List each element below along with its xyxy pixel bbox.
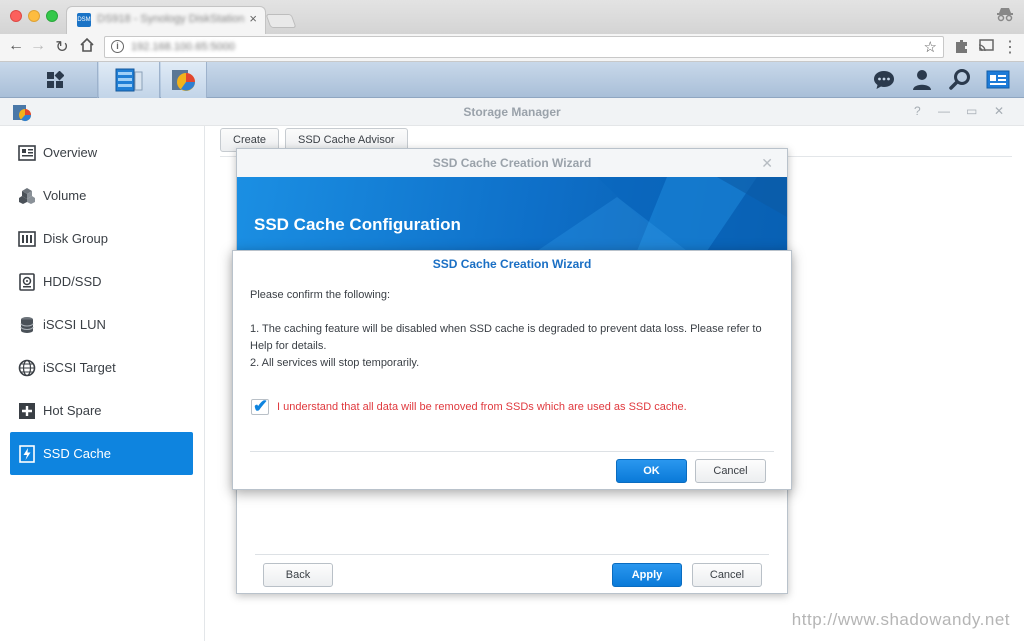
ssd-cache-icon [19,445,35,463]
main-menu-icon [47,71,64,88]
search-icon[interactable] [948,68,972,92]
sidebar-item-volume[interactable]: Volume [10,174,193,217]
hdd-icon [19,273,35,291]
window-title-bar[interactable]: Storage Manager ? — ▭ ✕ [0,98,1024,126]
sidebar-item-label: Overview [43,145,98,160]
understand-checkbox[interactable]: ✔ [251,396,269,416]
wizard-cancel-button[interactable]: Cancel [692,563,762,587]
back-arrow-icon[interactable]: ← [6,37,26,55]
sidebar-item-iscsi-lun[interactable]: iSCSI LUN [10,303,193,346]
close-icon[interactable]: ✕ [994,104,1004,118]
reload-icon[interactable]: ↻ [52,37,72,57]
watermark: http://www.shadowandy.net [791,610,1010,629]
sidebar-item-disk-group[interactable]: Disk Group [10,217,193,260]
browser-tab-bar: DSM DS918 - Synology DiskStation × [0,0,1024,34]
sidebar-item-label: Volume [43,188,87,203]
sidebar-item-label: Hot Spare [43,403,102,418]
dsm-favicon-icon: DSM [77,13,91,27]
user-icon[interactable] [910,68,934,92]
sidebar-item-label: iSCSI LUN [43,317,106,332]
storage-manager-taskbar-button[interactable] [99,62,160,98]
incognito-icon [996,6,1014,27]
extension-icon[interactable] [954,39,969,57]
window-title: Storage Manager [463,105,561,119]
sidebar-item-label: iSCSI Target [43,360,116,375]
sidebar-item-label: HDD/SSD [43,274,102,289]
chat-bubble-icon[interactable] [872,68,896,92]
confirm-footer-divider [250,451,774,452]
sidebar-item-label: SSD Cache [43,446,111,461]
understand-checkbox-label[interactable]: I understand that all data will be remov… [277,401,687,413]
storage-manager-app-icon [13,105,32,122]
iscsi-target-icon [18,359,36,377]
confirm-dialog-title: SSD Cache Creation Wizard [432,257,592,271]
confirm-dialog: SSD Cache Creation Wizard Please confirm… [232,250,792,490]
volume-icon [19,188,35,204]
address-bar[interactable]: i 192.168.100.65:5000 ☆ [104,36,944,58]
apply-button[interactable]: Apply [612,563,682,587]
sidebar-item-hdd-ssd[interactable]: HDD/SSD [10,260,193,303]
minimize-window-button[interactable] [28,10,40,22]
confirm-item-1: 1. The caching feature will be disabled … [250,323,762,352]
forward-arrow-icon[interactable]: → [28,37,48,55]
hot-spare-icon [19,403,35,419]
sidebar-item-overview[interactable]: Overview [10,131,193,174]
iscsi-lun-icon [20,317,34,333]
browser-tab-title: DS918 - Synology DiskStation [97,13,245,25]
sidebar-item-iscsi-target[interactable]: iSCSI Target [10,346,193,389]
browser-tab[interactable]: DSM DS918 - Synology DiskStation × [66,6,266,34]
close-window-button[interactable] [10,10,22,22]
ok-button[interactable]: OK [616,459,687,483]
wizard-banner-title: SSD Cache Configuration [254,215,461,234]
wizard-close-icon[interactable]: ✕ [761,155,773,172]
home-icon[interactable] [77,37,97,58]
checkmark-icon: ✔ [253,396,269,416]
sidebar: Overview Volume Disk Group HDD/SSD iSCSI… [0,126,205,641]
address-url: 192.168.100.65:5000 [131,41,235,53]
new-tab-button[interactable] [265,14,297,28]
wizard-title: SSD Cache Creation Wizard [237,149,787,177]
pie-monitor-icon [172,70,195,91]
resource-monitor-taskbar-button[interactable] [161,62,207,98]
overview-icon [18,145,36,161]
sidebar-item-hot-spare[interactable]: Hot Spare [10,389,193,432]
confirm-cancel-button[interactable]: Cancel [695,459,766,483]
disk-group-icon [18,231,36,247]
back-button[interactable]: Back [263,563,333,587]
wizard-footer-divider [255,554,769,555]
info-icon[interactable]: i [111,40,124,53]
confirm-intro: Please confirm the following: [250,289,391,301]
main-menu-button[interactable] [0,62,98,98]
sidebar-item-ssd-cache[interactable]: SSD Cache [10,432,193,475]
wizard-banner: SSD Cache Configuration [237,177,787,251]
minimize-icon[interactable]: — [938,104,950,118]
browser-menu-icon[interactable]: ⋮ [1002,37,1018,57]
banner-decoration [537,177,787,251]
widgets-icon[interactable] [986,68,1010,92]
sidebar-item-label: Disk Group [43,231,109,246]
zoom-window-button[interactable] [46,10,58,22]
help-icon[interactable]: ? [914,104,921,118]
dsm-taskbar [0,62,1024,98]
maximize-icon[interactable]: ▭ [966,104,977,118]
browser-toolbar: ← → ↻ i 192.168.100.65:5000 ☆ ⋮ [0,34,1024,62]
confirm-item-2: 2. All services will stop temporarily. [250,357,420,369]
bookmark-star-icon[interactable]: ☆ [924,38,937,56]
cast-icon[interactable] [978,39,994,56]
tab-close-icon[interactable]: × [249,11,257,26]
storage-manager-icon [115,68,143,92]
